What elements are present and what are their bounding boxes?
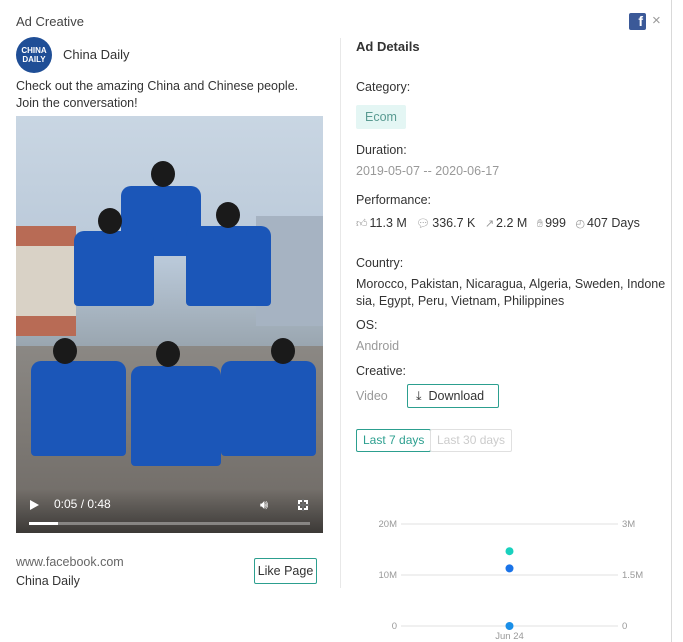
chart-data-point bbox=[505, 564, 514, 573]
footer-page-name[interactable]: China Daily bbox=[16, 574, 80, 588]
chart-x-tick-label: Jun 24 bbox=[495, 631, 524, 642]
days-stat: ◴ 407 Days bbox=[575, 216, 640, 230]
column-divider bbox=[340, 38, 341, 588]
ad-text: Check out the amazing China and Chinese … bbox=[16, 79, 299, 110]
range-last-30-days[interactable]: Last 30 days bbox=[430, 429, 513, 452]
site-url[interactable]: www.facebook.com bbox=[16, 555, 124, 569]
chart-right-tick-label: 3M bbox=[622, 519, 635, 530]
range-last-7-days[interactable]: Last 7 days bbox=[356, 429, 432, 452]
chart-left-tick-label: 10M bbox=[379, 570, 398, 581]
volume-icon[interactable]: 🔊︎ bbox=[260, 497, 268, 513]
video-frame-person bbox=[31, 361, 126, 456]
comment-icon: 💬︎ bbox=[416, 218, 431, 230]
video-frame-person bbox=[271, 338, 295, 364]
chart-right-tick-label: 0 bbox=[622, 621, 627, 632]
country-list: Morocco, Pakistan, Nicaragua, Algeria, S… bbox=[356, 277, 666, 308]
country-label: Country: bbox=[356, 256, 404, 270]
close-icon[interactable]: × bbox=[652, 12, 661, 30]
ad-creative-modal: Ad Creative f × CHINA DAILY China Daily … bbox=[0, 0, 672, 642]
share-icon: ↗ bbox=[484, 218, 495, 230]
video-frame-person bbox=[98, 208, 122, 234]
modal-title: Ad Creative bbox=[16, 14, 84, 29]
video-frame-person bbox=[74, 231, 154, 306]
likes-stat: 👍︎ 11.3 M bbox=[356, 216, 407, 230]
chart-left-tick-label: 20M bbox=[379, 519, 398, 530]
performance-chart: 20M 3M 10M 1.5M 0 0 Jun 24 bbox=[379, 519, 644, 642]
os-value: Android bbox=[356, 339, 400, 353]
video-frame-person bbox=[221, 361, 316, 456]
category-tag: Ecom bbox=[356, 105, 406, 129]
download-button[interactable]: ⤓ Download bbox=[407, 384, 499, 408]
video-frame-person bbox=[216, 202, 240, 228]
chart-left-tick-label: 0 bbox=[392, 621, 397, 632]
clock-icon: ◴ bbox=[575, 218, 586, 230]
play-icon[interactable] bbox=[30, 500, 39, 510]
performance-label: Performance: bbox=[356, 193, 432, 207]
comments-stat: 💬︎ 336.7 K bbox=[416, 216, 476, 230]
video-progress-bar[interactable] bbox=[29, 522, 310, 525]
reaction-icon: ✋︎ bbox=[536, 218, 544, 230]
category-label: Category: bbox=[356, 80, 411, 94]
thumbs-up-icon: 👍︎ bbox=[356, 218, 368, 230]
video-time: 0:05 / 0:48 bbox=[54, 497, 111, 511]
like-page-button[interactable]: Like Page bbox=[254, 558, 317, 584]
video-progress-fill bbox=[29, 522, 59, 525]
video-frame-building bbox=[16, 226, 76, 336]
os-label: OS: bbox=[356, 318, 378, 332]
chart-data-point bbox=[505, 547, 514, 556]
ad-details-title: Ad Details bbox=[356, 39, 420, 54]
creative-label: Creative: bbox=[356, 364, 407, 378]
shares-stat: ↗ 2.2 M bbox=[484, 216, 528, 230]
download-icon: ⤓ bbox=[416, 389, 422, 403]
fullscreen-icon[interactable] bbox=[297, 499, 309, 511]
video-player[interactable]: 0:05 / 0:48 🔊︎ bbox=[16, 116, 323, 533]
creative-value: Video bbox=[356, 389, 388, 403]
performance-stats: 👍︎ 11.3 M 💬︎ 336.7 K ↗ 2.2 M ✋︎ 999 ◴ 407 Day… bbox=[356, 214, 666, 233]
facebook-icon[interactable]: f bbox=[629, 13, 646, 30]
chart-data-point bbox=[505, 621, 514, 630]
duration-value: 2019-05-07 -- 2020-06-17 bbox=[356, 164, 500, 178]
reactions-stat: ✋︎ 999 bbox=[536, 216, 566, 230]
video-frame-person bbox=[186, 226, 271, 306]
video-frame-person bbox=[151, 161, 175, 187]
video-frame-person bbox=[53, 338, 77, 364]
chart-right-tick-label: 1.5M bbox=[622, 570, 643, 581]
video-frame-person bbox=[156, 341, 180, 367]
duration-label: Duration: bbox=[356, 143, 407, 157]
advertiser-name[interactable]: China Daily bbox=[63, 47, 129, 62]
video-controls: 0:05 / 0:48 🔊︎ bbox=[16, 489, 323, 533]
video-frame-person bbox=[131, 366, 221, 466]
advertiser-avatar[interactable]: CHINA DAILY bbox=[16, 37, 52, 73]
